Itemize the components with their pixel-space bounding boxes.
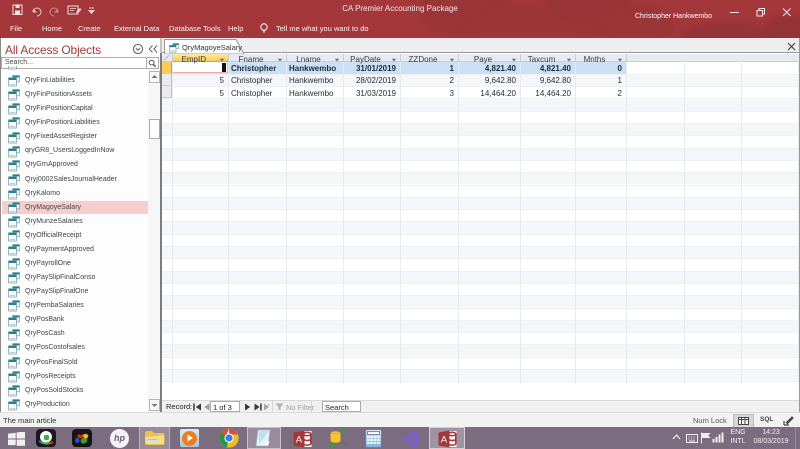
svg-text:A: A xyxy=(296,434,303,445)
svg-text:A: A xyxy=(441,434,448,445)
